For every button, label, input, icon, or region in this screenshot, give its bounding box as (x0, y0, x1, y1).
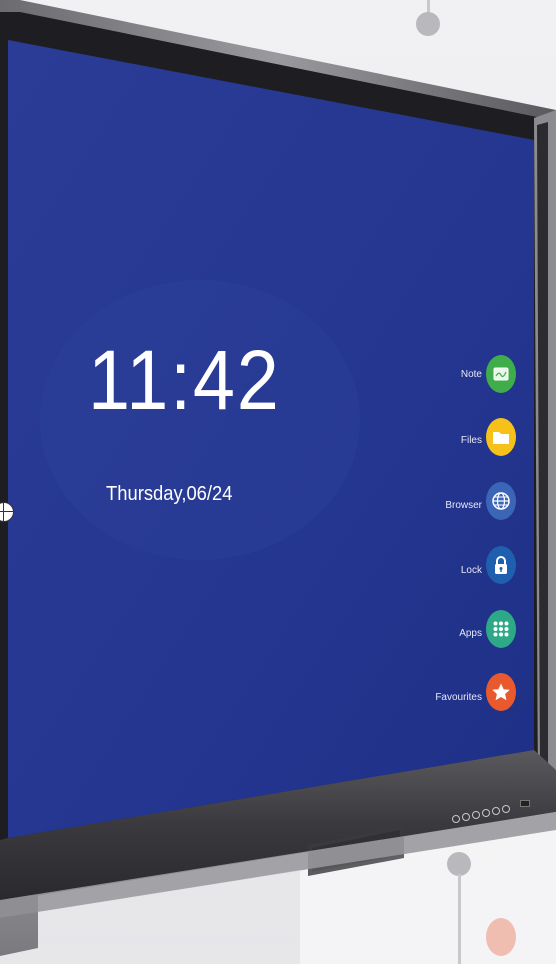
front-button-5[interactable] (492, 807, 500, 815)
sidebar-item-label: Files (460, 435, 482, 446)
sidebar-item-apps[interactable] (486, 610, 516, 648)
lock-icon (495, 556, 507, 574)
front-button-4[interactable] (482, 809, 490, 817)
clock-time: 11:42 (88, 333, 281, 427)
reflection-favourites (486, 918, 516, 956)
star-icon (492, 683, 510, 701)
sidebar-item-favourites[interactable] (486, 673, 516, 711)
sidebar-item-files[interactable] (486, 418, 516, 456)
sidebar-item-label: Lock (460, 565, 482, 576)
globe-icon (492, 492, 510, 510)
sidebar-item-label: Browser (445, 500, 482, 511)
sidebar-item-note[interactable] (486, 355, 516, 393)
sidebar-item-label: Note (460, 369, 482, 380)
apps-grid-icon (493, 621, 509, 637)
sidebar-item-label: Favourites (435, 692, 482, 703)
display-frame (0, 0, 556, 964)
callout-line-bottom (458, 874, 461, 964)
sidebar-item-browser[interactable] (486, 482, 516, 520)
callout-dot-bottom (447, 852, 471, 876)
sidebar-item-lock[interactable] (486, 546, 516, 584)
front-button-2[interactable] (462, 813, 470, 821)
front-button-1[interactable] (452, 815, 460, 823)
clock-date: Thursday,06/24 (106, 483, 233, 505)
usb-port (520, 800, 530, 807)
folder-icon (493, 432, 509, 444)
front-button-3[interactable] (472, 811, 480, 819)
front-button-6[interactable] (502, 805, 510, 813)
product-photo: 11:42 Thursday,06/24 Note Files Browser … (0, 0, 556, 964)
sidebar-item-label: Apps (459, 628, 482, 639)
note-icon (493, 367, 509, 381)
